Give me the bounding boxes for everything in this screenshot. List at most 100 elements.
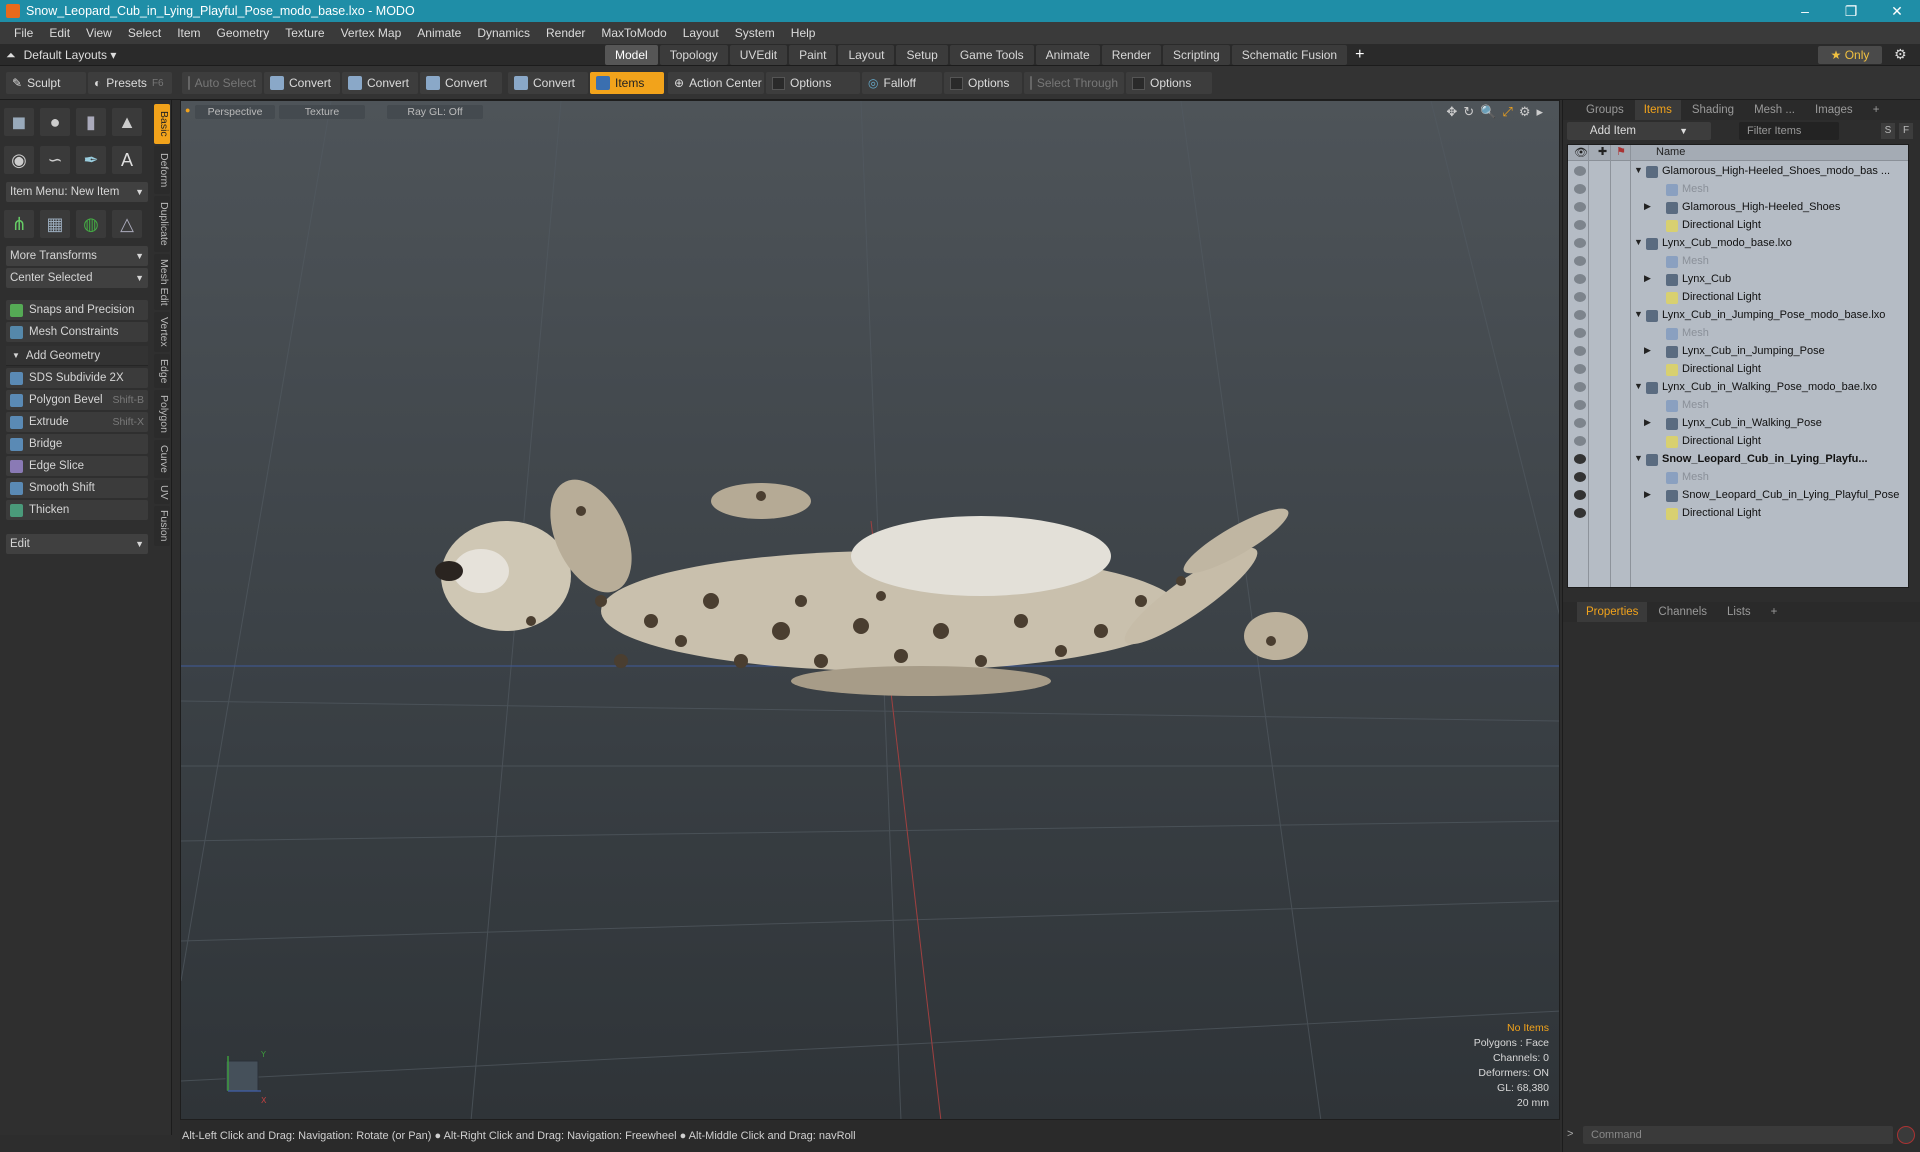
tab-layout[interactable]: Layout	[838, 45, 895, 65]
more-transforms-dropdown[interactable]: More Transforms ▼	[6, 246, 148, 266]
collapse-arrow-icon[interactable]: ▼	[1634, 165, 1643, 175]
bridge-button[interactable]: Bridge	[6, 434, 148, 454]
vtab-polygon[interactable]: Polygon	[154, 390, 170, 438]
perspective-dropdown[interactable]: Perspective	[195, 105, 275, 119]
texture-dropdown[interactable]: Texture	[279, 105, 365, 119]
item-row[interactable]: Mesh	[1568, 325, 1908, 343]
items-mode-button[interactable]: Items	[590, 72, 664, 94]
visibility-eye-icon[interactable]	[1574, 238, 1586, 248]
vtab-curve[interactable]: Curve	[154, 440, 170, 478]
menu-geometry[interactable]: Geometry	[209, 26, 278, 40]
mesh-constraints-button[interactable]: Mesh Constraints	[6, 322, 148, 342]
item-row[interactable]: Mesh	[1568, 469, 1908, 487]
tab-paint[interactable]: Paint	[789, 45, 837, 65]
expand-arrow-icon[interactable]: ▶	[1644, 489, 1651, 500]
grid-icon[interactable]: ▦	[40, 210, 70, 238]
select-through-button[interactable]: Select Through	[1024, 72, 1124, 94]
visibility-eye-icon[interactable]	[1574, 382, 1586, 392]
item-row[interactable]: ▼ Snow_Leopard_Cub_in_Lying_Playfu...	[1568, 451, 1908, 469]
visibility-column-icon[interactable]: 👁	[1574, 146, 1588, 159]
tab-mesh[interactable]: Mesh ...	[1745, 100, 1804, 120]
transform-icon[interactable]: ⋔	[4, 210, 34, 238]
expand-arrow-icon[interactable]: ▸	[1536, 104, 1543, 120]
item-row[interactable]: ▶ Lynx_Cub_in_Walking_Pose	[1568, 415, 1908, 433]
item-row[interactable]: Directional Light	[1568, 433, 1908, 451]
vtab-deform[interactable]: Deform	[154, 146, 170, 194]
falloff-options-button[interactable]: Options	[944, 72, 1022, 94]
visibility-eye-icon[interactable]	[1574, 256, 1586, 266]
add-panel-tab-icon[interactable]: +	[1864, 100, 1889, 120]
minimize-button[interactable]: –	[1782, 3, 1828, 20]
visibility-eye-icon[interactable]	[1574, 364, 1586, 374]
item-row[interactable]: Mesh	[1568, 253, 1908, 271]
menu-texture[interactable]: Texture	[277, 26, 332, 40]
filter-f-button[interactable]: F	[1899, 123, 1913, 139]
menu-item[interactable]: Item	[169, 26, 208, 40]
menu-edit[interactable]: Edit	[41, 26, 78, 40]
item-row[interactable]: ▶ Lynx_Cub	[1568, 271, 1908, 289]
item-list[interactable]: 👁 ✚ ⚑ Name ▼ Glamorous_High-Heeled_Shoes_…	[1567, 144, 1909, 588]
tab-uvedit[interactable]: UVEdit	[729, 45, 788, 65]
cylinder-icon[interactable]: ▮	[76, 108, 106, 136]
vtab-vertex[interactable]: Vertex	[154, 312, 170, 352]
collapse-arrow-icon[interactable]: ▼	[1634, 381, 1643, 391]
tab-schematic-fusion[interactable]: Schematic Fusion	[1231, 45, 1348, 65]
item-row[interactable]: Directional Light	[1568, 505, 1908, 523]
collapse-arrow-icon[interactable]: ▼	[1634, 237, 1643, 247]
visibility-eye-icon[interactable]	[1574, 274, 1586, 284]
pyramid-icon[interactable]: △	[112, 210, 142, 238]
maximize-button[interactable]: ❐	[1828, 3, 1874, 20]
collapse-arrow-icon[interactable]: ▼	[1634, 453, 1643, 463]
add-item-button[interactable]: Add Item ▼	[1567, 122, 1711, 140]
item-row[interactable]: Mesh	[1568, 181, 1908, 199]
action-center-options-button[interactable]: Options	[766, 72, 860, 94]
convert-edges-button[interactable]: Convert	[342, 72, 418, 94]
item-row[interactable]: Directional Light	[1568, 217, 1908, 235]
visibility-eye-icon[interactable]	[1574, 454, 1586, 464]
item-row[interactable]: ▼ Lynx_Cub_modo_base.lxo	[1568, 235, 1908, 253]
3d-viewport[interactable]: Y X ● Perspective Texture Ray GL: Off ✥ …	[180, 100, 1560, 1120]
snaps-precision-button[interactable]: Snaps and Precision	[6, 300, 148, 320]
visibility-eye-icon[interactable]	[1574, 328, 1586, 338]
menu-select[interactable]: Select	[120, 26, 169, 40]
render-column-icon[interactable]: ⚑	[1616, 145, 1626, 158]
visibility-eye-icon[interactable]	[1574, 346, 1586, 356]
viewport-menu-icon[interactable]: ●	[185, 105, 190, 115]
raygl-dropdown[interactable]: Ray GL: Off	[387, 105, 483, 119]
tab-properties[interactable]: Properties	[1577, 602, 1648, 622]
lock-column-icon[interactable]: ✚	[1598, 145, 1607, 158]
tab-images[interactable]: Images	[1806, 100, 1862, 120]
tab-game-tools[interactable]: Game Tools	[949, 45, 1034, 65]
select-through-options-button[interactable]: Options	[1126, 72, 1212, 94]
item-row[interactable]: ▶ Lynx_Cub_in_Jumping_Pose	[1568, 343, 1908, 361]
menu-view[interactable]: View	[78, 26, 120, 40]
edge-slice-button[interactable]: Edge Slice	[6, 456, 148, 476]
menu-system[interactable]: System	[727, 26, 783, 40]
item-row[interactable]: ▶ Snow_Leopard_Cub_in_Lying_Playful_Pose	[1568, 487, 1908, 505]
menu-animate[interactable]: Animate	[409, 26, 469, 40]
vtab-fusion[interactable]: Fusion	[154, 506, 170, 546]
menu-layout[interactable]: Layout	[675, 26, 727, 40]
tab-topology[interactable]: Topology	[659, 45, 728, 65]
tab-channels[interactable]: Channels	[1649, 602, 1716, 622]
close-button[interactable]: ✕	[1874, 3, 1920, 20]
pan-icon[interactable]: ✥	[1446, 104, 1457, 120]
action-center-button[interactable]: ⊕ Action Center	[668, 72, 764, 94]
visibility-eye-icon[interactable]	[1574, 220, 1586, 230]
item-row[interactable]: Directional Light	[1568, 289, 1908, 307]
convert-vertices-button[interactable]: Convert	[264, 72, 340, 94]
visibility-eye-icon[interactable]	[1574, 472, 1586, 482]
sphere-icon[interactable]: ●	[40, 108, 70, 136]
zoom-icon[interactable]: 🔍	[1480, 104, 1496, 120]
item-row[interactable]: ▶ Glamorous_High-Heeled_Shoes	[1568, 199, 1908, 217]
menu-render[interactable]: Render	[538, 26, 593, 40]
name-column-header[interactable]: Name	[1656, 146, 1685, 158]
expand-arrow-icon[interactable]: ▶	[1644, 201, 1651, 212]
snow-leopard-model[interactable]	[435, 467, 1308, 696]
maximize-viewport-icon[interactable]: ⤢	[1502, 104, 1512, 120]
gear-icon[interactable]: ⚙	[1894, 46, 1907, 63]
visibility-eye-icon[interactable]	[1574, 490, 1586, 500]
visibility-eye-icon[interactable]	[1574, 508, 1586, 518]
cone-icon[interactable]: ▲	[112, 108, 142, 136]
tab-items[interactable]: Items	[1634, 100, 1681, 120]
